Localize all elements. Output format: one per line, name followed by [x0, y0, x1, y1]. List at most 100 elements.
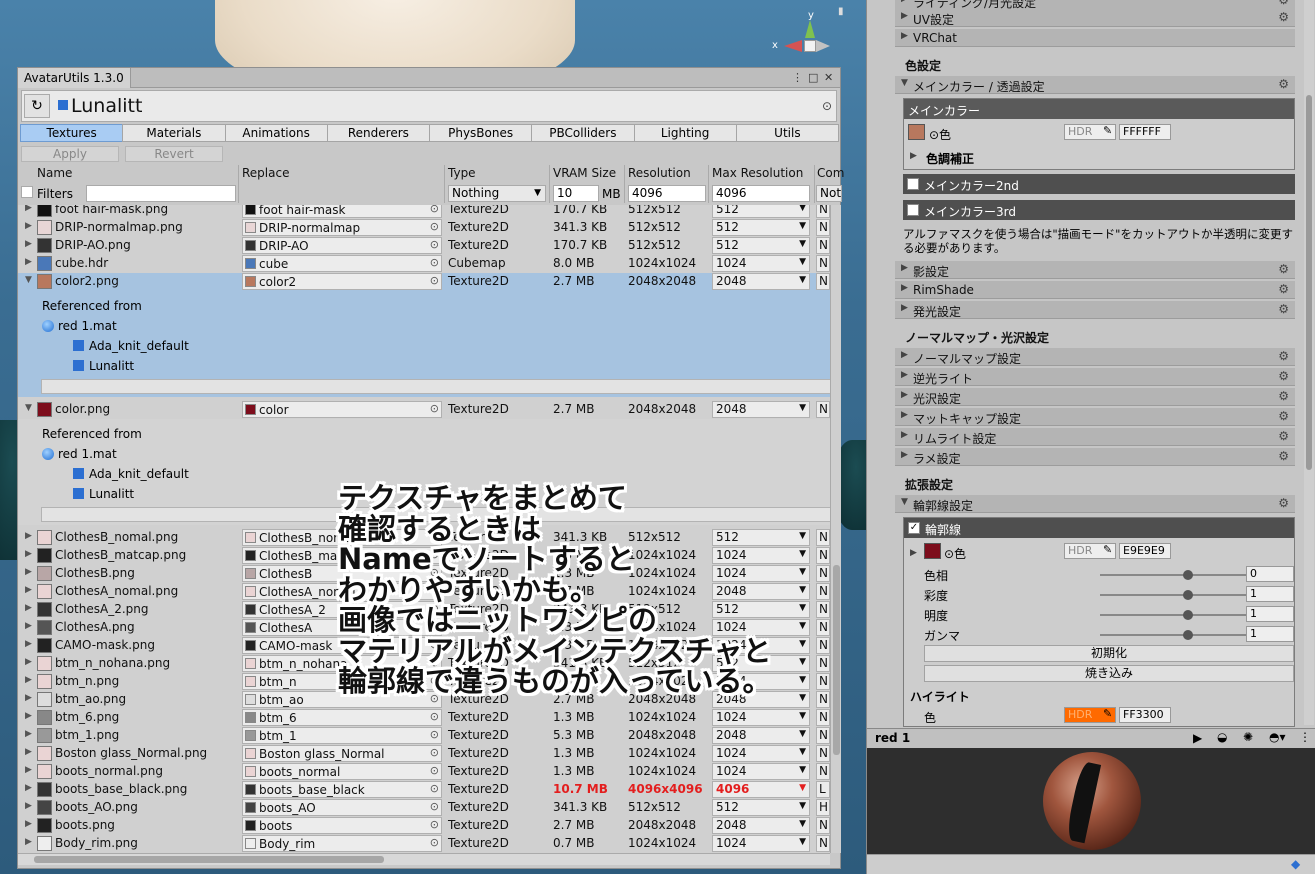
max-resolution-select[interactable]: 1024 ▼: [712, 763, 810, 780]
table-row[interactable]: ▶ boots.png boots ⊙ Texture2D 2.7 MB 2048x2048…: [18, 817, 830, 835]
replace-field[interactable]: boots ⊙: [242, 817, 442, 834]
expand-toggle[interactable]: ▶: [25, 783, 32, 793]
rimshade-group[interactable]: ▶ RimShade ⚙: [895, 281, 1295, 299]
init-button[interactable]: 初期化: [924, 645, 1294, 662]
expand-toggle[interactable]: ▶: [25, 531, 32, 541]
expand-toggle[interactable]: ▶: [25, 729, 32, 739]
col-compression[interactable]: Com: [817, 166, 844, 180]
referencing-object[interactable]: Ada_knit_default: [73, 339, 189, 353]
expand-toggle[interactable]: ▼: [25, 403, 32, 413]
expand-toggle[interactable]: ▶: [25, 837, 32, 847]
col-replace[interactable]: Replace: [242, 166, 289, 180]
table-row[interactable]: ▶ DRIP-AO.png DRIP-AO ⊙ Texture2D 170.7 KB 512…: [18, 237, 830, 255]
gear-icon[interactable]: ⚙: [1278, 389, 1289, 403]
expand-toggle[interactable]: ▶: [25, 693, 32, 703]
tab-pbcolliders[interactable]: PBColliders: [531, 124, 635, 142]
max-resolution-filter-input[interactable]: 4096: [712, 185, 810, 202]
inspector-vscrollbar[interactable]: [1304, 0, 1314, 725]
referencing-object[interactable]: Ada_knit_default: [73, 467, 189, 481]
compression-select[interactable]: N: [816, 255, 830, 272]
expand-toggle[interactable]: ▶: [25, 603, 32, 613]
replace-field[interactable]: foot hair-mask ⊙: [242, 205, 442, 218]
max-resolution-select[interactable]: 2048 ▼: [712, 273, 810, 290]
table-row[interactable]: ▶ Body_rim.png Body_rim ⊙ Texture2D 0.7 MB 102…: [18, 835, 830, 853]
shadow-group[interactable]: ▶ 影設定 ⚙: [895, 261, 1295, 279]
outline-group[interactable]: ▼ 輪郭線設定 ⚙: [895, 495, 1295, 513]
gear-icon[interactable]: ⚙: [1278, 77, 1289, 91]
table-row[interactable]: ▶ cube.hdr cube ⊙ Cubemap 8.0 MB 1024x1024 1024…: [18, 255, 830, 273]
replace-field[interactable]: color ⊙: [242, 401, 442, 418]
expand-toggle[interactable]: ▶: [25, 239, 32, 249]
preview-shape-dropdown[interactable]: ◓▾: [1269, 730, 1286, 744]
hue-value[interactable]: 0: [1246, 566, 1294, 582]
name-filter-input[interactable]: [86, 185, 236, 202]
expand-toggle[interactable]: ▶: [25, 549, 32, 559]
gloss-group[interactable]: ▶ 光沢設定 ⚙: [895, 388, 1295, 406]
gear-icon[interactable]: ⚙: [1278, 409, 1289, 423]
table-row[interactable]: ▶ Boston glass_Normal.png Boston glass_Nor…: [18, 745, 830, 763]
gizmo-x-cone[interactable]: [784, 40, 802, 52]
expand-toggle[interactable]: ▶: [25, 567, 32, 577]
tone-correction[interactable]: 色調補正: [926, 150, 974, 167]
tab-renderers[interactable]: Renderers: [326, 124, 430, 142]
matcap-group[interactable]: ▶ マットキャップ設定 ⚙: [895, 408, 1295, 426]
referenced-scroll[interactable]: [41, 379, 830, 394]
compression-select[interactable]: H: [816, 799, 830, 816]
eyedropper-icon[interactable]: ✎: [1103, 707, 1112, 720]
gear-icon[interactable]: ⚙: [1278, 282, 1289, 296]
compression-select[interactable]: N: [816, 237, 830, 254]
avatar-field[interactable]: ↻ Lunalitt ⊙: [21, 90, 837, 122]
expand-toggle[interactable]: ▶: [25, 675, 32, 685]
col-max-resolution[interactable]: Max Resolution: [712, 166, 803, 180]
replace-field[interactable]: cube ⊙: [242, 255, 442, 272]
replace-field[interactable]: DRIP-normalmap ⊙: [242, 219, 442, 236]
main-color-2nd[interactable]: メインカラー2nd: [903, 174, 1295, 194]
compression-select[interactable]: N: [816, 601, 830, 618]
object-picker-icon[interactable]: ⊙: [430, 220, 439, 233]
col-resolution[interactable]: Resolution: [628, 166, 691, 180]
object-picker-icon[interactable]: ⊙: [430, 274, 439, 287]
expand-toggle[interactable]: ▶: [25, 765, 32, 775]
max-resolution-select[interactable]: 1024 ▼: [712, 745, 810, 762]
tab-materials[interactable]: Materials: [122, 124, 226, 142]
table-row[interactable]: ▼ color.png color ⊙ Texture2D 2.7 MB 2048x2048…: [18, 401, 830, 419]
tab-animations[interactable]: Animations: [224, 124, 328, 142]
gear-icon[interactable]: ⚙: [1278, 429, 1289, 443]
main-color-hex[interactable]: FFFFFF: [1119, 124, 1171, 140]
max-resolution-select[interactable]: 512 ▼: [712, 237, 810, 254]
object-picker-icon[interactable]: ⊙: [430, 764, 439, 777]
gizmo-y-cone[interactable]: [805, 20, 815, 38]
replace-field[interactable]: btm_1 ⊙: [242, 727, 442, 744]
gear-icon[interactable]: ⚙: [1278, 349, 1289, 363]
main-color-3rd[interactable]: メインカラー3rd: [903, 200, 1295, 220]
main-color-group[interactable]: ▼ メインカラー / 透過設定 ⚙: [895, 76, 1295, 94]
object-picker-icon[interactable]: ⊙: [822, 99, 832, 113]
expand-toggle[interactable]: ▼: [25, 275, 32, 285]
outline-checkbox[interactable]: ✓: [908, 522, 920, 534]
compression-select[interactable]: N: [816, 219, 830, 236]
gear-icon[interactable]: ⚙: [1278, 449, 1289, 463]
max-resolution-select[interactable]: 512 ▼: [712, 799, 810, 816]
compression-select[interactable]: N: [816, 205, 830, 218]
table-row[interactable]: ▶ boots_base_black.png boots_base_black ⊙ Te…: [18, 781, 830, 799]
orientation-gizmo[interactable]: y x: [772, 10, 842, 70]
main-texture-thumb[interactable]: [908, 124, 925, 140]
compression-select[interactable]: N: [816, 817, 830, 834]
compression-select[interactable]: N: [816, 763, 830, 780]
filters-checkbox[interactable]: [21, 186, 33, 198]
window-title[interactable]: AvatarUtils 1.3.0: [18, 68, 131, 88]
compression-select[interactable]: L: [816, 781, 830, 798]
gear-icon[interactable]: ⚙: [1278, 369, 1289, 383]
compression-select[interactable]: N: [816, 655, 830, 672]
expand-toggle[interactable]: ▶: [25, 657, 32, 667]
table-row[interactable]: ▶ boots_AO.png boots_AO ⊙ Texture2D 341.3 KB 5…: [18, 799, 830, 817]
compression-select[interactable]: N: [816, 727, 830, 744]
compression-select[interactable]: N: [816, 691, 830, 708]
compression-select[interactable]: N: [816, 547, 830, 564]
vram-filter-input[interactable]: 10: [553, 185, 599, 202]
tag-icon[interactable]: ◆: [1291, 857, 1300, 871]
referencing-object[interactable]: Lunalitt: [73, 359, 134, 373]
apply-button[interactable]: Apply: [21, 146, 119, 162]
object-picker-icon[interactable]: ⊙: [430, 205, 439, 215]
max-resolution-select[interactable]: 2048 ▼: [712, 401, 810, 418]
